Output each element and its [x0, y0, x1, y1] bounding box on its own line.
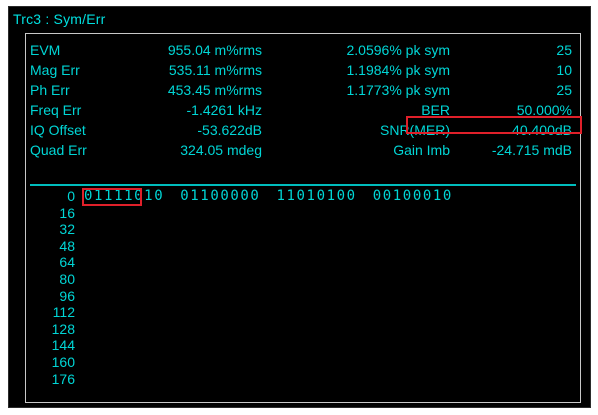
measurement-panel: EVM 955.04 m%rms 2.0596% pk sym 25 Mag E… [25, 33, 582, 403]
bit-row: 96 [26, 288, 580, 305]
bit-row: 144 [26, 337, 580, 354]
meas-value-rms: 535.11 m%rms [168, 62, 262, 78]
separator-line [30, 184, 576, 186]
meas-row-mag-err: Mag Err 535.11 m%rms 1.1984% pk sym 10 [26, 60, 580, 80]
gain-imb-value: -24.715 mdB [491, 142, 572, 158]
meas-label: Mag Err [30, 62, 80, 78]
meas-value-sym: 10 [556, 62, 572, 78]
meas-label: Ph Err [30, 82, 70, 98]
bit-row: 176 [26, 371, 580, 388]
meas-value-pk: 1.1984% pk sym [346, 62, 451, 78]
bit-row: 128 [26, 321, 580, 338]
meas-value-sym: 25 [556, 82, 572, 98]
meas-value: -1.4261 kHz [186, 102, 262, 118]
meas-value-rms: 453.45 m%rms [167, 82, 262, 98]
meas-value-sym: 25 [556, 42, 572, 58]
bit-row-index: 144 [51, 337, 75, 354]
meas-row-quad-err: Quad Err 324.05 mdeg Gain Imb -24.715 md… [26, 140, 580, 160]
bit-row-index: 176 [51, 370, 75, 387]
meas-value-pk: 2.0596% pk sym [346, 42, 451, 58]
bit-row: 112 [26, 304, 580, 321]
meas-row-ph-err: Ph Err 453.45 m%rms 1.1773% pk sym 25 [26, 80, 580, 100]
meas-value-pk: 1.1773% pk sym [346, 82, 451, 98]
meas-value-rms: 955.04 m%rms [167, 42, 262, 58]
gain-imb-label: Gain Imb [393, 142, 450, 158]
meas-row-evm: EVM 955.04 m%rms 2.0596% pk sym 25 [26, 40, 580, 60]
meas-value: 324.05 mdeg [180, 142, 262, 158]
bit-row: 32 [26, 221, 580, 238]
bit-error-highlight-box [82, 188, 142, 206]
bit-row: 48 [26, 238, 580, 255]
bit-row: 16 [26, 205, 580, 222]
ber-highlight-box [406, 116, 582, 134]
measurement-table: EVM 955.04 m%rms 2.0596% pk sym 25 Mag E… [26, 40, 580, 160]
bit-row: 160 [26, 354, 580, 371]
bit-group: 11010100 [276, 188, 357, 204]
meas-label: Quad Err [30, 142, 87, 158]
bit-row: 64 [26, 254, 580, 271]
bit-row: 80 [26, 271, 580, 288]
meas-value: -53.622dB [197, 122, 262, 138]
bit-row-index: 16 [59, 204, 75, 221]
bit-row-index: 64 [59, 254, 75, 271]
bit-row-index: 112 [52, 304, 75, 321]
bit-row-index: 0 [67, 188, 75, 204]
bit-row-index: 48 [59, 237, 75, 254]
bit-row-index: 160 [51, 353, 75, 370]
trace-title: Trc3 : Sym/Err [13, 11, 106, 27]
meas-label: EVM [30, 42, 61, 58]
bit-group: 00100010 [372, 188, 453, 204]
bit-row-index: 96 [59, 287, 75, 304]
bit-table: 0 01111010 01100000 11010100 00100010 16 32… [26, 188, 580, 387]
bit-group: 01100000 [180, 188, 261, 204]
bit-row-index: 32 [59, 221, 75, 238]
meas-label: Freq Err [30, 102, 82, 118]
symbol-error-display: Trc3 : Sym/Err EVM 955.04 m%rms 2.0596% … [8, 6, 591, 408]
bit-row-index: 80 [59, 270, 75, 287]
meas-label: IQ Offset [30, 122, 86, 138]
bit-row-index: 128 [51, 320, 75, 337]
